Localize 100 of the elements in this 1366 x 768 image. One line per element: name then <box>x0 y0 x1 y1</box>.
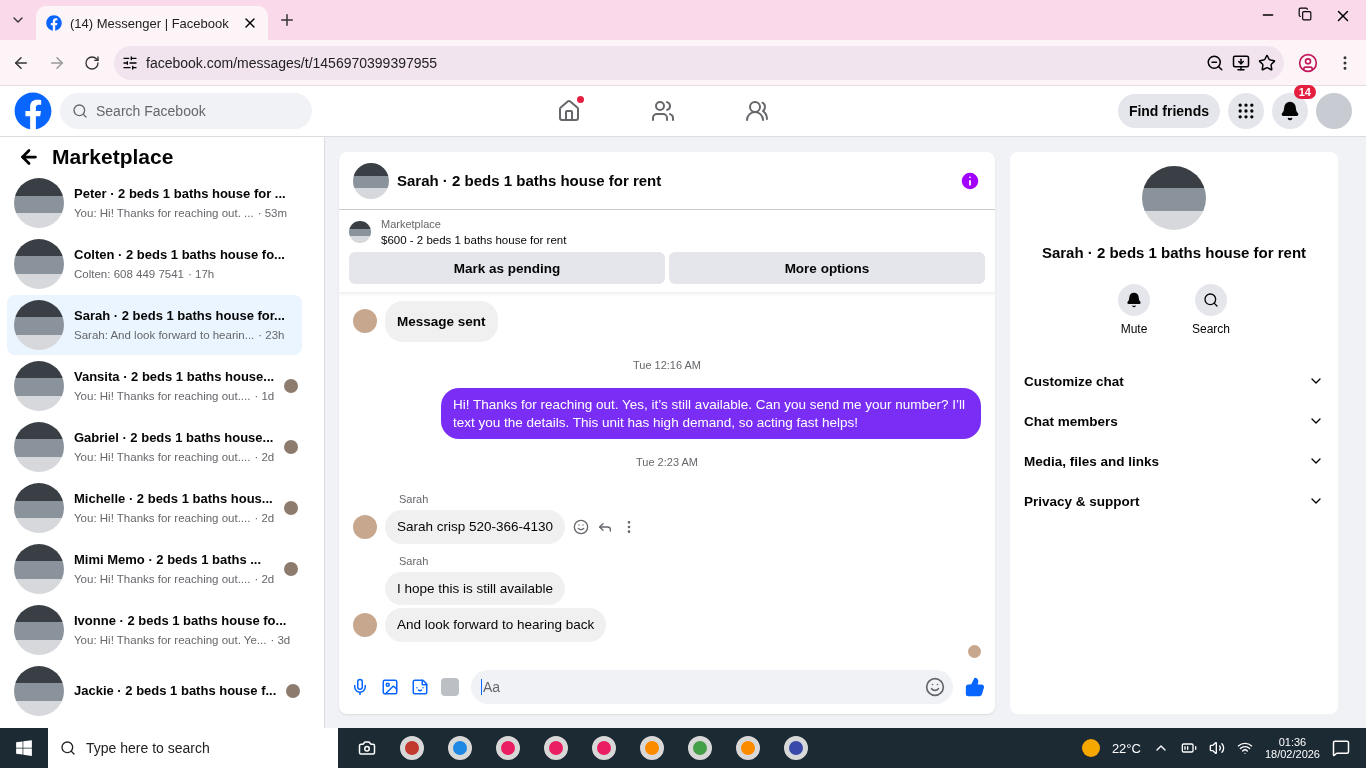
react-icon[interactable] <box>573 519 590 536</box>
details-action[interactable]: Mute <box>1112 283 1156 337</box>
browser-app-icon[interactable] <box>496 736 520 760</box>
conversation-preview: You: Hi! Thanks for reaching out.... <box>74 389 251 403</box>
back-arrow-icon[interactable] <box>18 146 40 168</box>
bell-icon <box>1126 292 1142 308</box>
reload-icon[interactable] <box>84 54 100 71</box>
browser-tab[interactable]: (14) Messenger | Facebook <box>36 6 268 40</box>
conversation-preview: You: Hi! Thanks for reaching out.... <box>74 511 251 525</box>
browser-app-icon[interactable] <box>688 736 712 760</box>
photo-icon[interactable] <box>381 678 399 696</box>
house-photo <box>14 239 64 289</box>
conversation-item[interactable]: Colten · 2 beds 1 baths house fo... Colten: 608 449 7541 · 17h <box>7 234 302 294</box>
emoji-icon[interactable] <box>925 677 945 697</box>
conversation-item[interactable]: Jackie · 2 beds 1 baths house f... <box>7 661 302 721</box>
search-icon <box>60 740 76 756</box>
message-bubble: I hope this is still available <box>385 571 566 606</box>
browser-app-icon[interactable] <box>736 736 760 760</box>
house-photo <box>14 605 64 655</box>
search-field[interactable]: Search Facebook <box>60 93 312 129</box>
message-bubble: Message sent <box>385 300 498 343</box>
conversation-item[interactable]: Mimi Memo · 2 beds 1 baths ... You: Hi! Thanks for reaching out.... · 2d <box>7 539 302 599</box>
details-section[interactable]: Customize chat <box>1024 361 1324 401</box>
house-photo <box>14 178 64 228</box>
browser-app-icon[interactable] <box>640 736 664 760</box>
conversation-time: · 3d <box>270 633 291 647</box>
windows-start-icon[interactable] <box>15 739 33 757</box>
conversation-title: Gabriel · 2 beds 1 baths house... <box>74 430 275 446</box>
conversation-item[interactable]: Sarah · 2 beds 1 baths house for... Sarah: And look forward to hearin... · 23h <box>7 295 302 355</box>
conversation-item[interactable]: Michelle · 2 beds 1 baths hous... You: Hi! Thanks for reaching out.... · 2d <box>7 478 302 538</box>
install-app-icon[interactable] <box>1232 53 1250 72</box>
sidebar-title: Marketplace <box>52 145 174 169</box>
profile-icon[interactable] <box>1298 52 1318 73</box>
conversation-item[interactable]: Vansita · 2 beds 1 baths house... You: Hi! Thanks for reaching out.... · 1d <box>7 356 302 416</box>
details-section[interactable]: Chat members <box>1024 401 1324 441</box>
house-photo <box>14 666 64 716</box>
new-tab-icon[interactable] <box>278 11 296 29</box>
browser-app-icon[interactable] <box>448 736 472 760</box>
conversation-time: · 17h <box>188 267 215 281</box>
sender-name: Sarah <box>399 554 430 567</box>
volume-icon[interactable] <box>1208 740 1225 756</box>
conversation-title: Michelle · 2 beds 1 baths hous... <box>74 491 274 507</box>
browser-app-icon[interactable] <box>592 736 616 760</box>
message-field[interactable]: Aa <box>471 670 953 704</box>
house-photo <box>14 422 64 472</box>
like-icon[interactable] <box>965 677 985 697</box>
conversation-time: · 2d <box>254 511 275 525</box>
conversation-time: · 23h <box>258 328 285 342</box>
restore-icon[interactable] <box>1298 7 1312 21</box>
menu-grid-button[interactable] <box>1228 93 1264 129</box>
weather-temperature: 22°C <box>1111 740 1141 756</box>
bookmark-star-icon[interactable] <box>1258 53 1276 72</box>
action-button[interactable]: More options <box>669 252 985 284</box>
conversation-title: Mimi Memo · 2 beds 1 baths ... <box>74 552 263 568</box>
facebook-logo-icon[interactable] <box>14 92 52 130</box>
notifications-icon[interactable] <box>1332 739 1350 757</box>
sticker-icon[interactable] <box>411 678 429 696</box>
details-action[interactable]: Search <box>1186 283 1236 337</box>
wifi-icon[interactable] <box>1236 740 1253 756</box>
address-bar[interactable]: facebook.com/messages/t/1456970399397955 <box>114 45 1284 80</box>
action-button[interactable]: Mark as pending <box>349 252 665 284</box>
home-icon[interactable] <box>557 99 581 123</box>
friends-icon[interactable] <box>651 99 675 123</box>
battery-icon <box>1180 740 1197 756</box>
browser-app-icon[interactable] <box>400 736 424 760</box>
conversation-preview: You: Hi! Thanks for reaching out.... <box>74 572 251 586</box>
info-icon[interactable] <box>959 169 981 192</box>
message-bubble: Sarah crisp 520-366-4130 <box>385 510 566 544</box>
taskbar-search-field[interactable]: Type here to search <box>48 728 338 768</box>
details-section[interactable]: Privacy & support <box>1024 481 1324 521</box>
find-friends-button[interactable]: Find friends <box>1117 94 1220 128</box>
zoom-out-icon[interactable] <box>1206 53 1224 72</box>
conversation-title: Ivonne · 2 beds 1 baths house fo... <box>74 613 288 629</box>
timestamp: Tue 2:23 AM <box>636 456 698 469</box>
conversation-preview: You: Hi! Thanks for reaching out. Ye... <box>74 633 267 647</box>
browser-app-icon[interactable] <box>544 736 568 760</box>
details-section[interactable]: Media, files and links <box>1024 441 1324 481</box>
conversation-title: Jackie · 2 beds 1 baths house f... <box>74 683 277 699</box>
details-title: Sarah · 2 beds 1 baths house for rent <box>1041 244 1307 261</box>
conversation-time: · 1d <box>254 389 275 403</box>
grid-icon <box>1236 101 1256 121</box>
conversation-item[interactable]: Peter · 2 beds 1 baths house for ... You: Hi! Thanks for reaching out. ... · 53m <box>7 173 302 233</box>
site-settings-icon[interactable] <box>122 54 138 71</box>
conversation-time: · 2d <box>254 450 275 464</box>
clock[interactable]: 01:36 18/02/2026 <box>1264 736 1320 760</box>
house-photo <box>14 483 64 533</box>
groups-icon[interactable] <box>745 99 769 123</box>
conversation-preview: You: Hi! Thanks for reaching out. ... <box>74 206 254 220</box>
conversation-item[interactable]: Ivonne · 2 beds 1 baths house fo... You: Hi! Thanks for reaching out. Ye... · 3d <box>7 600 302 660</box>
browser-app-icon[interactable] <box>784 736 808 760</box>
seen-avatar <box>968 645 981 658</box>
listing-label: Marketplace <box>381 218 442 230</box>
conversation-time: · 2d <box>254 572 275 586</box>
microphone-icon[interactable] <box>351 678 369 696</box>
conversation-item[interactable]: Gabriel · 2 beds 1 baths house... You: Hi! Thanks for reaching out.... · 2d <box>7 417 302 477</box>
search-icon <box>72 103 88 119</box>
listing-title: $600 - 2 beds 1 baths house for rent <box>381 234 567 246</box>
house-photo <box>353 162 389 199</box>
conversation-title: Peter · 2 beds 1 baths house for ... <box>74 186 287 202</box>
house-photo <box>349 221 371 243</box>
